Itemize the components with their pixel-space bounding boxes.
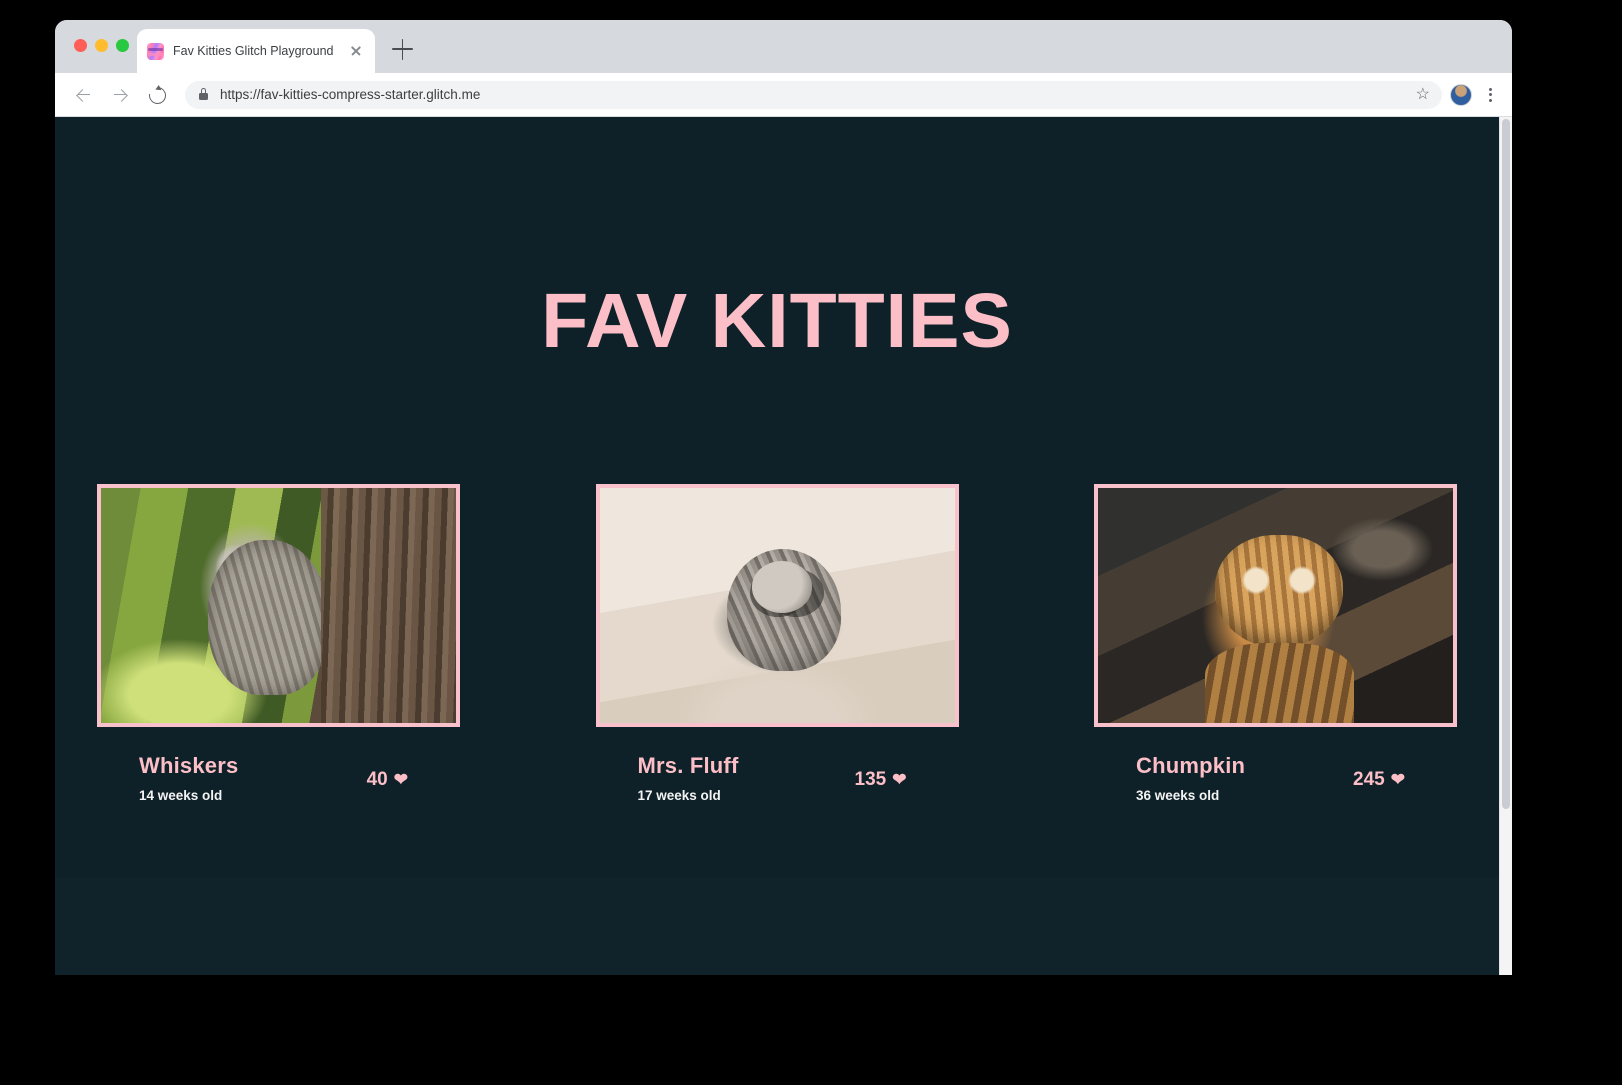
heart-icon[interactable]: ❤ <box>892 770 906 789</box>
heart-icon[interactable]: ❤ <box>1391 770 1405 789</box>
kitty-image-frame[interactable] <box>595 484 959 727</box>
kitty-name: Chumpkin <box>1136 753 1246 778</box>
browser-window: Fav Kitties Glitch Playground https://fa… <box>55 20 1512 975</box>
like-counter[interactable]: 245 ❤ <box>1353 769 1405 791</box>
lock-icon <box>199 87 208 100</box>
page-viewport: FAV KITTIES Whiskers 14 weeks old 40 ❤ M… <box>55 117 1512 975</box>
browser-toolbar: https://fav-kitties-compress-starter.gli… <box>55 73 1512 117</box>
window-controls <box>74 39 129 52</box>
address-bar[interactable]: https://fav-kitties-compress-starter.gli… <box>185 80 1442 109</box>
close-window-button[interactable] <box>74 39 87 52</box>
kitty-name-block: Mrs. Fluff 17 weeks old <box>638 753 739 803</box>
kitty-age: 17 weeks old <box>637 788 721 803</box>
kitten-photo-chumpkin <box>1098 488 1453 723</box>
kitty-card[interactable]: Chumpkin 36 weeks old 245 ❤ <box>1094 484 1457 803</box>
kitty-name: Whiskers <box>139 753 239 778</box>
kitty-image-frame[interactable] <box>97 484 460 727</box>
like-count: 40 <box>366 769 388 790</box>
browser-tab[interactable]: Fav Kitties Glitch Playground <box>137 29 375 73</box>
kitty-card[interactable]: Whiskers 14 weeks old 40 ❤ <box>97 484 460 803</box>
reload-button[interactable] <box>141 80 171 110</box>
like-count: 245 <box>1353 769 1385 790</box>
kitty-meta: Mrs. Fluff 17 weeks old 135 ❤ <box>596 753 959 803</box>
bookmark-star-icon[interactable]: ☆ <box>1416 86 1430 104</box>
like-counter[interactable]: 135 ❤ <box>855 769 907 791</box>
scrollbar-thumb[interactable] <box>1502 119 1510 809</box>
tab-title: Fav Kitties Glitch Playground <box>173 44 334 58</box>
page-title: FAV KITTIES <box>541 277 1013 364</box>
maximize-window-button[interactable] <box>116 39 129 52</box>
kitty-name: Mrs. Fluff <box>637 753 739 778</box>
avatar[interactable] <box>1450 83 1472 106</box>
screen: Fav Kitties Glitch Playground https://fa… <box>0 0 1622 1085</box>
new-tab-button[interactable] <box>392 38 414 60</box>
like-counter[interactable]: 40 ❤ <box>367 769 408 791</box>
forward-button[interactable] <box>105 80 135 110</box>
kitten-photo-whiskers <box>101 488 456 723</box>
kitten-photo-mrs-fluff <box>599 488 955 723</box>
back-button[interactable] <box>69 80 99 110</box>
tab-strip: Fav Kitties Glitch Playground <box>55 20 1512 73</box>
glitch-favicon <box>147 42 164 60</box>
kitty-image-frame[interactable] <box>1094 484 1457 727</box>
minimize-window-button[interactable] <box>95 39 108 52</box>
like-count: 135 <box>854 769 887 790</box>
heart-icon[interactable]: ❤ <box>394 770 408 789</box>
close-icon[interactable] <box>347 42 365 60</box>
kitty-card-list: Whiskers 14 weeks old 40 ❤ Mrs. Fluff 17… <box>97 484 1457 803</box>
kitty-meta: Whiskers 14 weeks old 40 ❤ <box>97 753 460 803</box>
kitty-name-block: Chumpkin 36 weeks old <box>1136 753 1245 803</box>
url-text: https://fav-kitties-compress-starter.gli… <box>220 87 481 102</box>
vertical-scrollbar[interactable] <box>1499 117 1512 975</box>
kitty-card[interactable]: Mrs. Fluff 17 weeks old 135 ❤ <box>595 484 959 803</box>
kitty-age: 36 weeks old <box>1136 788 1220 803</box>
kitty-meta: Chumpkin 36 weeks old 245 ❤ <box>1094 753 1457 803</box>
kitty-name-block: Whiskers 14 weeks old <box>139 753 238 803</box>
page-body: FAV KITTIES Whiskers 14 weeks old 40 ❤ M… <box>55 117 1499 975</box>
kitty-age: 14 weeks old <box>139 788 223 803</box>
menu-icon[interactable] <box>1482 84 1498 106</box>
